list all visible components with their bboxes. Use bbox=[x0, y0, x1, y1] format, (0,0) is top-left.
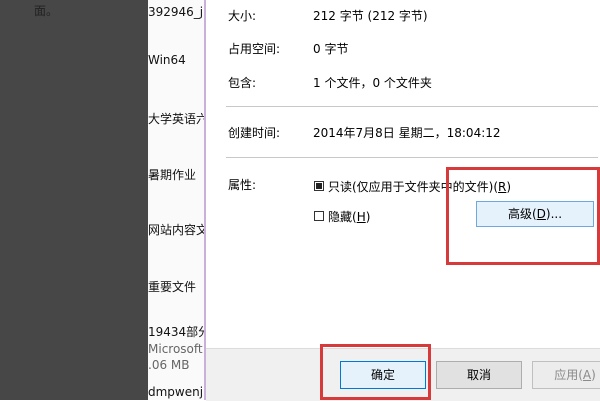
list-item[interactable]: 暑期作业 bbox=[148, 166, 196, 183]
readonly-checkbox-label[interactable]: 只读(仅应用于文件夹中的文件)(R) bbox=[328, 178, 511, 195]
disk-size-label: 占用空间: bbox=[228, 42, 281, 56]
hidden-checkbox-label[interactable]: 隐藏(H) bbox=[328, 208, 370, 225]
list-item-detail: Microsoft bbox=[148, 342, 203, 356]
size-value: 212 字节 (212 字节) bbox=[313, 9, 428, 23]
created-value: 2014年7月8日 星期二，18:04:12 bbox=[313, 126, 501, 140]
list-item[interactable]: 重要文件 bbox=[148, 278, 196, 295]
background-file-list: 392946_j Win64 大学英语六 暑期作业 网站内容文 重要文件 194… bbox=[148, 0, 204, 400]
list-item[interactable]: 19434部分 bbox=[148, 323, 204, 340]
contains-value: 1 个文件，0 个文件夹 bbox=[313, 76, 432, 90]
cancel-button[interactable]: 取消 bbox=[436, 361, 522, 389]
separator bbox=[226, 106, 598, 107]
list-item[interactable]: Win64 bbox=[148, 53, 186, 67]
ok-button[interactable]: 确定 bbox=[340, 361, 426, 389]
dialog-footer: 确定 取消 应用(A) bbox=[206, 348, 600, 401]
hidden-checkbox[interactable] bbox=[314, 211, 324, 221]
list-item[interactable]: 大学英语六 bbox=[148, 110, 204, 127]
apply-button[interactable]: 应用(A) bbox=[532, 361, 600, 389]
background-text: 面。 bbox=[34, 4, 59, 18]
contains-label: 包含: bbox=[228, 76, 257, 90]
size-label: 大小: bbox=[228, 9, 257, 23]
list-item[interactable]: 392946_j bbox=[148, 5, 203, 19]
list-item-detail: .06 MB bbox=[148, 358, 190, 372]
properties-dialog: 大小: 212 字节 (212 字节) 占用空间: 0 字节 包含: 1 个文件… bbox=[206, 0, 600, 401]
list-item[interactable]: dmpwenjia bbox=[148, 385, 204, 399]
disk-size-value: 0 字节 bbox=[313, 42, 349, 56]
separator bbox=[226, 157, 598, 158]
background-window: 面。 bbox=[0, 0, 148, 400]
attributes-label: 属性: bbox=[228, 178, 257, 192]
created-label: 创建时间: bbox=[228, 126, 281, 140]
list-item[interactable]: 网站内容文 bbox=[148, 221, 204, 238]
advanced-button[interactable]: 高级(D)... bbox=[476, 201, 594, 227]
readonly-checkbox[interactable] bbox=[314, 181, 324, 191]
